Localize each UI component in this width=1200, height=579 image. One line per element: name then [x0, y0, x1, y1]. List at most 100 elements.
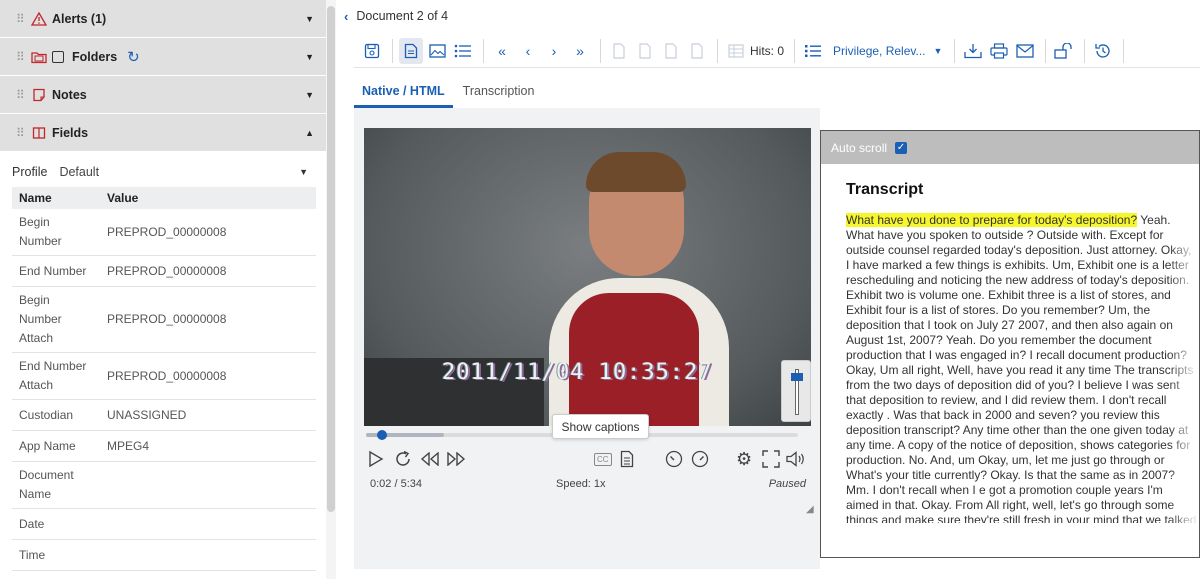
scrollbar-thumb[interactable] [327, 6, 335, 512]
table-row: Begin Number PREPROD_00000008 [12, 209, 316, 256]
toolbar-divider [717, 38, 718, 63]
captions-tooltip: Show captions [552, 414, 649, 439]
volume-slider[interactable] [781, 360, 811, 422]
left-scrollbar[interactable] [326, 0, 336, 579]
coding-layout-dropdown[interactable]: Privilege, Relev... [833, 44, 925, 58]
tab-native-html[interactable]: Native / HTML [354, 78, 453, 108]
list-view-icon[interactable] [451, 38, 475, 64]
email-icon[interactable] [1013, 38, 1037, 64]
drag-handle-icon[interactable]: ⠿ [16, 88, 28, 102]
section-title: Folders [72, 49, 118, 64]
warning-icon [30, 11, 48, 27]
left-panel: ⠿ Alerts (1) ▼ ⠿ Folders ↻ ▼ ⠿ Notes ▼ ⠿… [0, 0, 326, 579]
resize-grip-icon[interactable]: ◢ [806, 504, 814, 515]
section-alerts[interactable]: ⠿ Alerts (1) ▼ [0, 0, 326, 38]
speed-up-icon[interactable] [690, 448, 710, 470]
doc-navigation: ‹ Document 2 of 4 [336, 0, 1200, 32]
toolbar-divider [1084, 38, 1086, 63]
autoscroll-checkbox[interactable]: ✓ [895, 141, 908, 154]
transcript-text[interactable]: What have you done to prepare for today'… [846, 213, 1198, 523]
field-name: End Number [12, 255, 100, 287]
note-icon [30, 87, 48, 103]
tab-transcription[interactable]: Transcription [455, 78, 543, 108]
section-title: Alerts (1) [52, 11, 107, 26]
image-view-icon[interactable] [425, 38, 449, 64]
save-icon[interactable] [360, 38, 384, 64]
field-value [100, 539, 316, 571]
download-icon[interactable] [961, 38, 985, 64]
replay-icon[interactable] [394, 448, 412, 470]
field-name: Begin Number Attach [12, 286, 100, 353]
page-prev-icon[interactable] [633, 38, 657, 64]
transcript-header-bar: Auto scroll ✓ [821, 131, 1199, 164]
section-title: Fields [52, 125, 89, 140]
drag-handle-icon[interactable]: ⠿ [16, 12, 28, 26]
native-view-icon[interactable] [399, 37, 423, 64]
play-icon[interactable] [368, 448, 384, 470]
table-row: Date [12, 508, 316, 540]
back-chevron-icon[interactable]: ‹ [344, 9, 348, 24]
caret-down-icon[interactable]: ▼ [305, 52, 314, 62]
closed-captions-icon[interactable]: CC [594, 448, 612, 470]
hits-counter: Hits: 0 [750, 43, 785, 58]
transcript-title: Transcript [846, 181, 924, 198]
column-header-value: Value [100, 187, 316, 209]
field-value: MPEG4 [100, 430, 316, 462]
profile-select[interactable]: Profile Default ▼ [0, 157, 326, 187]
unlock-icon[interactable] [1052, 38, 1076, 64]
drag-handle-icon[interactable]: ⠿ [16, 126, 28, 140]
caret-up-icon[interactable]: ▲ [305, 128, 314, 138]
caret-down-icon[interactable]: ▼ [299, 167, 308, 177]
folders-checkbox[interactable] [52, 50, 64, 63]
field-value: PREPROD_00000008 [100, 286, 316, 353]
coding-list-icon[interactable] [801, 38, 825, 64]
grid-icon[interactable] [724, 38, 748, 64]
drag-handle-icon[interactable]: ⠿ [16, 50, 28, 64]
volume-icon[interactable] [786, 448, 806, 470]
time-display: 0:02 / 5:34 [370, 478, 422, 490]
fast-forward-icon[interactable] [446, 448, 466, 470]
page-last-icon[interactable] [685, 38, 709, 64]
fields-icon [30, 125, 48, 141]
prev-doc-icon[interactable]: ‹ [516, 38, 540, 64]
toolbar-divider [794, 38, 796, 63]
rewind-icon[interactable] [420, 448, 440, 470]
section-folders[interactable]: ⠿ Folders ↻ ▼ [0, 38, 326, 76]
page-first-icon[interactable] [607, 38, 631, 64]
fullscreen-icon[interactable] [762, 448, 780, 470]
section-notes[interactable]: ⠿ Notes ▼ [0, 76, 326, 114]
transcript-doc-icon[interactable] [620, 448, 634, 470]
table-row: Begin Number Attach PREPROD_00000008 [12, 286, 316, 353]
caret-down-icon[interactable]: ▼ [305, 90, 314, 100]
table-row: App Name MPEG4 [12, 430, 316, 462]
table-row: Time [12, 539, 316, 571]
first-doc-icon[interactable]: « [490, 38, 514, 64]
next-doc-icon[interactable]: › [542, 38, 566, 64]
toolbar-divider [392, 38, 393, 63]
refresh-icon[interactable]: ↻ [127, 48, 140, 66]
transcript-highlight[interactable]: What have you done to prepare for today'… [846, 213, 1138, 227]
fields-panel: Profile Default ▼ Name Value Begin Numbe… [0, 157, 326, 579]
seek-handle[interactable] [377, 430, 387, 440]
field-name: End Number Attach [12, 352, 100, 400]
toolbar-divider [483, 38, 484, 63]
print-icon[interactable] [987, 38, 1011, 64]
player-controls: CC ⚙ [364, 446, 812, 474]
transcript-body: Yeah. What have you spoken to outside ? … [846, 213, 1196, 523]
caret-down-icon[interactable]: ▼ [934, 46, 943, 56]
caret-down-icon[interactable]: ▼ [305, 14, 314, 24]
field-value [100, 508, 316, 540]
field-value [100, 461, 316, 509]
field-name: Custodian [12, 399, 100, 431]
volume-knob[interactable] [791, 373, 803, 381]
history-icon[interactable] [1091, 38, 1115, 64]
last-doc-icon[interactable]: » [568, 38, 592, 64]
viewer-toolbar: « ‹ › » Hits: 0 Privilege, Relev... ▼ [354, 34, 1200, 68]
video-frame[interactable]: 2011/11/04 10:35:27 [364, 128, 811, 426]
settings-gear-icon[interactable]: ⚙ [736, 448, 752, 470]
section-fields[interactable]: ⠿ Fields ▲ [0, 114, 326, 152]
speed-down-icon[interactable] [664, 448, 684, 470]
page-next-icon[interactable] [659, 38, 683, 64]
video-timestamp-overlay: 2011/11/04 10:35:27 [442, 360, 713, 385]
app-window: ⠿ Alerts (1) ▼ ⠿ Folders ↻ ▼ ⠿ Notes ▼ ⠿… [0, 0, 1200, 579]
